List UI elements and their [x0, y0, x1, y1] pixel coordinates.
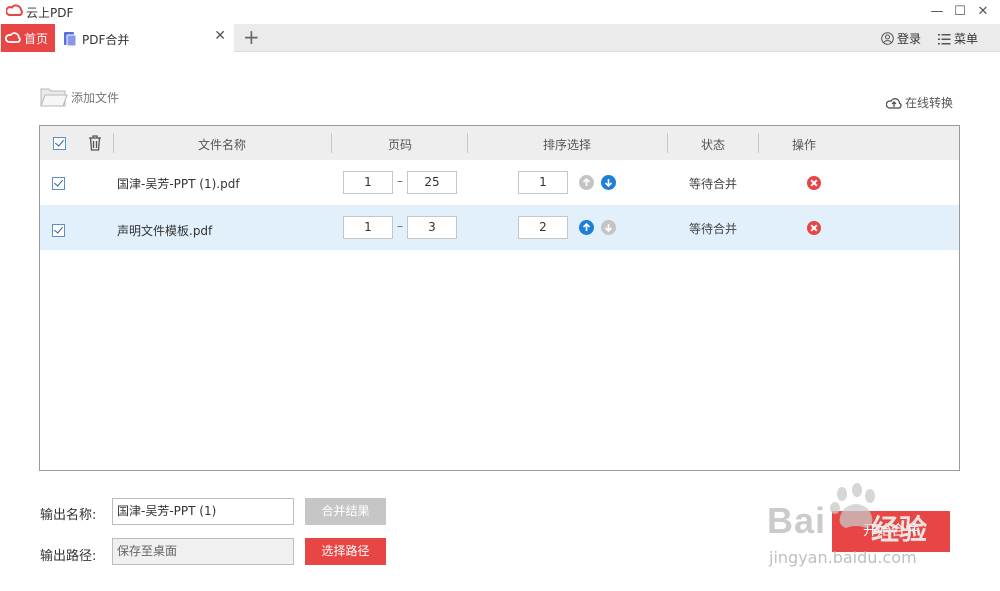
header-divider [113, 133, 114, 153]
cloud-logo-icon [5, 4, 24, 21]
minimize-button[interactable]: — [926, 2, 948, 22]
tab-bar: 首页 PDF合并 ✕ + 登录 菜单 [0, 24, 1000, 52]
maximize-button[interactable]: ☐ [949, 2, 971, 22]
login-label: 登录 [897, 32, 922, 46]
row-checkbox[interactable] [52, 177, 65, 190]
column-header-status: 状态 [701, 138, 726, 152]
page-to-input[interactable]: 3 [407, 216, 457, 239]
header-divider [467, 133, 468, 153]
file-table: 文件名称 页码 排序选择 状态 操作 国津-吴芳-PPT (1).pdf 1 –… [39, 125, 960, 471]
file-name: 国津-吴芳-PPT (1).pdf [117, 177, 240, 191]
pdf-merge-icon [63, 31, 77, 50]
cloud-icon [4, 32, 22, 47]
trash-icon[interactable] [88, 135, 102, 154]
page-from-input[interactable]: 1 [343, 216, 393, 239]
page-range-separator: – [397, 219, 403, 233]
online-convert-label: 在线转换 [905, 96, 954, 110]
menu-label: 菜单 [954, 32, 979, 46]
move-down-icon[interactable] [601, 175, 616, 190]
online-convert-button[interactable]: 在线转换 [885, 94, 954, 113]
status-text: 等待合并 [689, 177, 738, 191]
select-all-checkbox[interactable] [53, 137, 66, 150]
close-window-button[interactable]: ✕ [972, 2, 994, 22]
merge-result-button[interactable]: 合并结果 [305, 498, 386, 525]
title-bar: 云上PDF — ☐ ✕ [0, 0, 1000, 24]
login-button[interactable]: 登录 [881, 30, 921, 48]
output-name-label: 输出名称: [40, 508, 97, 523]
order-input[interactable]: 2 [518, 216, 568, 239]
move-up-icon[interactable] [579, 175, 594, 190]
table-row[interactable]: 声明文件模板.pdf 1 – 3 2 等待合并 [40, 205, 959, 250]
output-path-label: 输出路径: [40, 549, 97, 564]
header-divider [331, 133, 332, 153]
menu-button[interactable]: 菜单 [938, 30, 978, 48]
row-checkbox[interactable] [52, 224, 65, 237]
user-icon [881, 32, 894, 48]
list-menu-icon [938, 34, 951, 48]
status-text: 等待合并 [689, 222, 738, 236]
header-divider [667, 133, 668, 153]
column-header-order: 排序选择 [543, 138, 592, 152]
column-header-action: 操作 [792, 138, 817, 152]
tab-home-label: 首页 [24, 32, 49, 46]
table-header: 文件名称 页码 排序选择 状态 操作 [40, 126, 959, 160]
move-down-icon[interactable] [601, 220, 616, 235]
tab-home[interactable]: 首页 [1, 24, 55, 52]
app-title: 云上PDF [26, 6, 74, 20]
tab-pdf-merge-label: PDF合并 [82, 33, 130, 47]
start-merge-button[interactable]: 开始合并 [832, 511, 950, 552]
folder-icon [40, 86, 68, 111]
cloud-upload-icon [885, 96, 902, 113]
output-name-input[interactable]: 国津-吴芳-PPT (1) [112, 498, 294, 525]
add-file-label: 添加文件 [71, 91, 120, 105]
column-header-pages: 页码 [388, 138, 413, 152]
tab-close-icon[interactable]: ✕ [214, 28, 226, 44]
move-up-icon[interactable] [579, 220, 594, 235]
output-path-input[interactable]: 保存至桌面 [112, 538, 294, 565]
watermark-brand: Bai [767, 500, 827, 541]
add-tab-button[interactable]: + [243, 26, 260, 48]
header-divider [758, 133, 759, 153]
delete-row-icon[interactable] [807, 221, 821, 235]
table-row[interactable]: 国津-吴芳-PPT (1).pdf 1 – 25 1 等待合并 [40, 160, 959, 205]
file-name: 声明文件模板.pdf [117, 224, 213, 238]
page-to-input[interactable]: 25 [407, 171, 457, 194]
column-header-filename: 文件名称 [198, 138, 247, 152]
tab-pdf-merge[interactable]: PDF合并 ✕ [55, 24, 234, 52]
choose-path-button[interactable]: 选择路径 [305, 538, 386, 565]
order-input[interactable]: 1 [518, 171, 568, 194]
page-range-separator: – [397, 174, 403, 188]
page-from-input[interactable]: 1 [343, 171, 393, 194]
delete-row-icon[interactable] [807, 176, 821, 190]
